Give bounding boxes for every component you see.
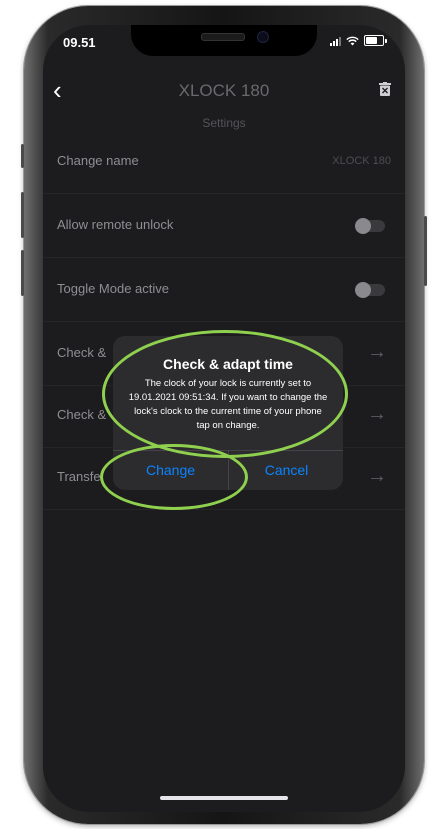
volume-up-button: [21, 192, 24, 238]
status-icons: [330, 35, 387, 46]
arrow-right-icon: →: [367, 341, 387, 363]
row-value: XLOCK 180: [332, 155, 391, 167]
change-button[interactable]: Change: [113, 451, 228, 490]
dialog-title: Check & adapt time: [163, 356, 293, 372]
alert-dialog: Check & adapt time The clock of your loc…: [113, 336, 343, 490]
page-subtitle: Settings: [202, 116, 246, 130]
arrow-right-icon: →: [367, 403, 387, 425]
home-indicator: [160, 796, 288, 800]
status-time: 09.51: [63, 35, 96, 50]
side-button: [21, 144, 24, 168]
page-title: XLOCK 180: [178, 81, 270, 100]
row-label: Allow remote unlock: [57, 217, 174, 232]
trash-icon[interactable]: [379, 82, 391, 96]
row-change-name[interactable]: Change name XLOCK 180: [43, 131, 405, 194]
row-label: Transfe: [57, 469, 101, 484]
toggle-mode-toggle[interactable]: [355, 282, 385, 298]
row-toggle-mode: Toggle Mode active: [43, 259, 405, 322]
row-allow-remote-unlock: Allow remote unlock: [43, 195, 405, 258]
notch: [131, 25, 317, 56]
volume-down-button: [21, 250, 24, 296]
row-label: Toggle Mode active: [57, 281, 170, 296]
row-label: Check &: [57, 345, 107, 360]
row-label: Check &: [57, 407, 107, 422]
dialog-message: The clock of your lock is currently set …: [128, 378, 328, 431]
battery-icon: [364, 35, 384, 46]
remote-unlock-toggle[interactable]: [355, 218, 385, 234]
signal-icon: [330, 36, 341, 46]
screen: 09.51 ‹ XLOCK 180 Settings Change name X…: [43, 25, 405, 812]
nav-bar: ‹ XLOCK 180: [43, 73, 405, 113]
battery-tip: [385, 38, 387, 43]
speaker: [201, 33, 245, 41]
cancel-button[interactable]: Cancel: [229, 451, 343, 490]
camera: [257, 31, 269, 43]
power-button: [424, 216, 427, 286]
arrow-right-icon: →: [367, 465, 387, 487]
row-label: Change name: [57, 153, 139, 168]
wifi-icon: [346, 36, 359, 45]
